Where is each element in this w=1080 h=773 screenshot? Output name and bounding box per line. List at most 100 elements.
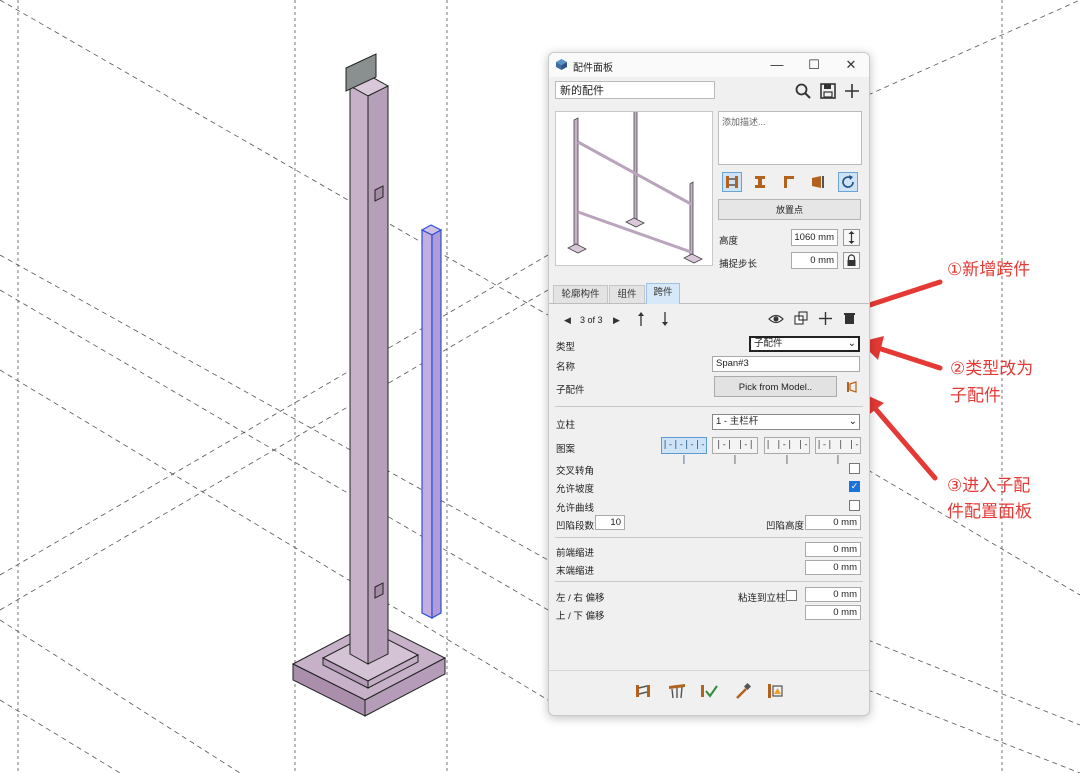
- title-bar[interactable]: 配件面板 — ☐ ✕: [549, 53, 869, 77]
- eye-icon[interactable]: [768, 312, 784, 326]
- end-inset-label: 末端缩进: [556, 566, 595, 577]
- divider: [555, 581, 863, 582]
- sag-height-input[interactable]: 0 mm: [805, 515, 861, 530]
- vertical-arrows-icon: [848, 231, 855, 244]
- corner-type-icon: [784, 176, 794, 188]
- lr-offset-label: 左 / 右 偏移: [556, 593, 605, 604]
- chevron-down-icon: ⌄: [847, 338, 856, 349]
- name-label: 名称: [556, 362, 576, 373]
- main-post[interactable]: [345, 53, 390, 665]
- front-inset-label: 前端缩进: [556, 548, 595, 559]
- type-select-value: 子配件: [754, 338, 783, 349]
- ud-offset-input[interactable]: 0 mm: [805, 605, 861, 620]
- snap-step-input[interactable]: 0 mm: [791, 252, 838, 269]
- type-corner-button[interactable]: [779, 172, 799, 192]
- check-tool-icon[interactable]: [699, 681, 719, 701]
- cross-corner-label: 交叉转角: [556, 466, 595, 477]
- guide-lines: [0, 0, 1080, 773]
- selected-post[interactable]: [420, 224, 443, 620]
- move-down-icon[interactable]: [659, 311, 671, 327]
- end-inset-input[interactable]: 0 mm: [805, 560, 861, 575]
- window-title: 配件面板: [573, 63, 613, 74]
- minimize-button[interactable]: —: [765, 56, 789, 74]
- move-up-icon[interactable]: [635, 311, 647, 327]
- chevron-down-icon: ⌄: [848, 416, 857, 427]
- delete-icon[interactable]: [843, 312, 856, 325]
- assembly-panel: 配件面板 — ☐ ✕ 新的配件 添加描述... 放置点 高度 1060 mm 捕…: [548, 52, 870, 716]
- span-tool-icon[interactable]: [633, 681, 653, 701]
- assembly-name-input[interactable]: 新的配件: [555, 81, 715, 99]
- lr-offset-input[interactable]: 0 mm: [805, 587, 861, 602]
- warning-tool-icon[interactable]: [765, 681, 785, 701]
- duplicate-icon[interactable]: [794, 311, 809, 326]
- description-field[interactable]: 添加描述...: [718, 111, 862, 165]
- search-icon[interactable]: [794, 82, 812, 100]
- divider: [555, 406, 863, 407]
- span-type-icon: [726, 176, 738, 188]
- post-select-value: 1 - 主栏杆: [716, 416, 759, 427]
- assembly-preview: [555, 111, 713, 266]
- refresh-icon: [842, 175, 854, 188]
- divider: [549, 670, 869, 671]
- app-icon: [556, 59, 567, 70]
- sag-segments-label: 凹陷段数: [556, 521, 595, 532]
- next-span-button[interactable]: ▶: [613, 315, 620, 326]
- allow-slope-checkbox[interactable]: ✓: [849, 481, 860, 492]
- annotation-add-span: ①新增跨件: [947, 260, 1031, 279]
- height-adjust-button[interactable]: [843, 229, 860, 246]
- save-icon[interactable]: [819, 82, 837, 100]
- front-inset-input[interactable]: 0 mm: [805, 542, 861, 557]
- type-post-button[interactable]: [750, 172, 770, 192]
- span-counter: 3 of 3: [580, 315, 603, 325]
- tab-components[interactable]: 组件: [609, 285, 645, 303]
- lock-icon: [847, 254, 856, 266]
- snap-post-checkbox[interactable]: [786, 590, 797, 601]
- snap-step-label: 捕捉步长: [719, 259, 758, 270]
- post-select[interactable]: 1 - 主栏杆 ⌄: [712, 414, 860, 430]
- tab-spans[interactable]: 跨件: [646, 283, 680, 304]
- divider: [555, 537, 863, 538]
- pick-from-model-button[interactable]: Pick from Model..: [714, 376, 837, 397]
- allow-curve-checkbox[interactable]: [849, 500, 860, 511]
- pattern-label: 图案: [556, 444, 576, 455]
- subassembly-label: 子配件: [556, 385, 585, 396]
- model-viewport[interactable]: [0, 0, 1080, 773]
- cross-corner-checkbox[interactable]: [849, 463, 860, 474]
- subassembly-config-icon[interactable]: [845, 380, 859, 394]
- sag-height-label: 凹陷高度: [766, 521, 805, 532]
- close-button[interactable]: ✕: [839, 56, 863, 74]
- type-end-button[interactable]: [808, 172, 828, 192]
- annotation-subassembly-line1: ③进入子配: [947, 476, 1031, 495]
- tab-profile[interactable]: 轮廓构件: [553, 285, 608, 303]
- ud-offset-label: 上 / 下 偏移: [556, 611, 605, 622]
- snap-post-label: 粘连到立柱: [738, 593, 786, 604]
- panel-tabs: 轮廓构件 组件 跨件: [549, 283, 869, 304]
- maximize-button[interactable]: ☐: [802, 56, 826, 74]
- eyedropper-icon[interactable]: [733, 681, 753, 701]
- place-point-button[interactable]: 放置点: [718, 199, 861, 220]
- pattern-option-2[interactable]: |-| |-| |: [712, 437, 758, 465]
- pattern-option-4[interactable]: |-| | |-|: [815, 437, 861, 465]
- end-type-icon: [812, 176, 824, 188]
- allow-curve-label: 允许曲线: [556, 503, 595, 514]
- add-icon[interactable]: [843, 82, 861, 100]
- pattern-option-1[interactable]: |-|-|-|-|: [661, 437, 707, 465]
- rail-tool-icon[interactable]: [667, 681, 687, 701]
- span-name-input[interactable]: Span#3: [712, 356, 860, 372]
- allow-slope-label: 允许坡度: [556, 484, 595, 495]
- type-select[interactable]: 子配件 ⌄: [749, 336, 860, 352]
- type-span-button[interactable]: [722, 172, 742, 192]
- post-type-icon: [755, 176, 765, 188]
- refresh-button[interactable]: [838, 172, 858, 192]
- height-label: 高度: [719, 236, 739, 247]
- height-input[interactable]: 1060 mm: [791, 229, 838, 246]
- prev-span-button[interactable]: ◀: [564, 315, 571, 326]
- sag-segments-input[interactable]: 10: [595, 515, 625, 530]
- add-span-icon[interactable]: [818, 311, 833, 326]
- lock-button[interactable]: [843, 252, 860, 269]
- post-label: 立柱: [556, 420, 576, 431]
- annotation-subassembly-line2: 件配置面板: [947, 502, 1032, 521]
- pattern-option-3[interactable]: | |-| |-|: [764, 437, 810, 465]
- type-label: 类型: [556, 342, 576, 353]
- annotation-type-change-line1: ②类型改为: [950, 359, 1034, 378]
